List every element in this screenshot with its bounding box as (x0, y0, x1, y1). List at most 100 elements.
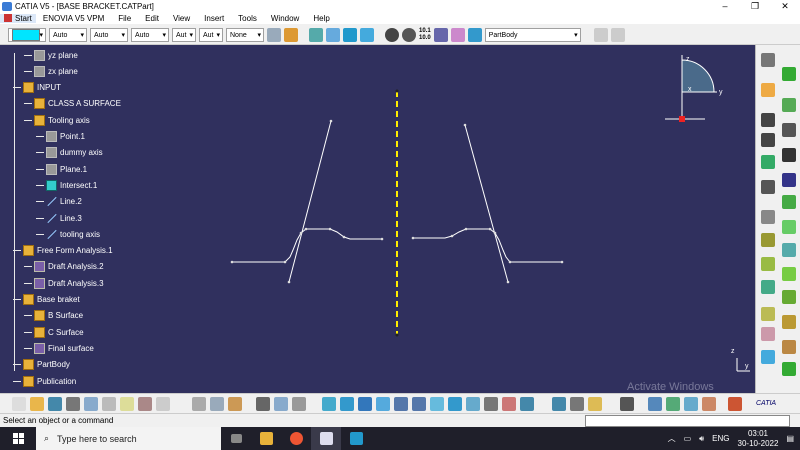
extract-icon[interactable] (782, 123, 796, 137)
compass-widget[interactable]: z x y (665, 53, 735, 123)
save-icon[interactable] (48, 396, 62, 411)
left-draft-line[interactable] (288, 120, 332, 283)
tree-node[interactable]: Line.2 (36, 195, 82, 209)
undo-icon[interactable] (138, 396, 152, 411)
fill-icon[interactable] (360, 28, 374, 42)
taskbar-chrome[interactable] (281, 427, 311, 450)
pattern-icon[interactable] (782, 362, 796, 376)
plane-tool-icon[interactable] (782, 148, 796, 162)
swap-space-icon[interactable] (520, 396, 534, 411)
point-tool-icon[interactable] (761, 133, 775, 147)
tree-node[interactable]: zx plane (24, 64, 78, 78)
normal-view-icon[interactable] (430, 396, 444, 411)
taskbar-photos[interactable] (341, 427, 371, 450)
line-tool-icon[interactable] (761, 113, 775, 127)
fit-all-icon[interactable] (340, 396, 354, 411)
curvature-icon[interactable] (666, 396, 680, 411)
render-style-select[interactable]: Aut (199, 28, 223, 42)
tree-node[interactable]: C Surface (24, 325, 84, 339)
part-body-select[interactable]: PartBody (484, 28, 581, 42)
tree-node[interactable]: CLASS A SURFACE (24, 97, 121, 111)
compass-quadrant[interactable] (681, 59, 715, 93)
analysis-tool-icon[interactable] (648, 396, 662, 411)
curve-tool-icon[interactable] (761, 155, 775, 169)
taskbar-file-explorer[interactable] (251, 427, 281, 450)
options-icon[interactable] (593, 28, 608, 42)
analysis-icon[interactable] (467, 28, 482, 42)
split-icon[interactable] (761, 280, 775, 294)
windows-start-button[interactable] (0, 427, 36, 450)
blend-icon[interactable] (343, 28, 357, 42)
menu-edit[interactable]: Edit (138, 14, 166, 23)
tree-node[interactable]: Draft Analysis.2 (24, 260, 104, 274)
new-icon[interactable] (12, 396, 26, 411)
connect-icon[interactable] (684, 396, 698, 411)
menu-tools[interactable]: Tools (231, 14, 264, 23)
tree-node[interactable]: tooling axis (36, 227, 100, 241)
trim-icon[interactable] (782, 267, 796, 281)
right-profile-curve[interactable] (413, 228, 562, 263)
draft-icon[interactable] (702, 396, 716, 411)
compass-graphic[interactable]: z x y (665, 53, 735, 123)
copy-icon[interactable] (102, 396, 116, 411)
tree-node[interactable]: yz plane (24, 48, 78, 62)
linetype-select[interactable]: Auto (90, 28, 128, 42)
ruler-icon[interactable] (433, 28, 448, 42)
fill-tool-icon[interactable] (782, 243, 796, 257)
minimize-button[interactable]: – (710, 0, 740, 12)
measure-icon[interactable]: 10.1 10.0 (419, 28, 431, 42)
tree-node[interactable]: PartBody (13, 358, 70, 372)
cut-icon[interactable] (84, 396, 98, 411)
menu-help[interactable]: Help (306, 14, 336, 23)
tree-node[interactable]: Base braket (13, 293, 80, 307)
tree-node[interactable]: Draft Analysis.3 (24, 276, 104, 290)
thickness-select[interactable]: Auto (131, 28, 169, 42)
update-icon[interactable] (782, 67, 796, 81)
print-icon[interactable] (66, 396, 80, 411)
capture-icon[interactable] (620, 396, 634, 411)
tree-node[interactable]: Plane.1 (36, 162, 87, 176)
open-icon[interactable] (30, 396, 44, 411)
spiral-icon[interactable] (385, 28, 399, 42)
menu-window[interactable]: Window (264, 14, 306, 23)
apply-material-icon[interactable] (728, 396, 742, 411)
join-icon[interactable] (782, 195, 796, 209)
menu-start[interactable]: Start (0, 13, 36, 23)
transparency-select[interactable]: Auto (49, 28, 87, 42)
language-indicator[interactable]: ENG (712, 434, 729, 443)
task-view-button[interactable] (221, 427, 251, 450)
tree-node[interactable]: Publication (13, 374, 76, 388)
zoom-in-icon[interactable] (394, 396, 408, 411)
rotate-icon[interactable] (782, 315, 796, 329)
close-button[interactable]: ✕ (770, 0, 800, 12)
scale-icon[interactable] (782, 340, 796, 354)
knowledge-icon[interactable] (228, 396, 242, 411)
comment-icon[interactable] (210, 396, 224, 411)
menu-insert[interactable]: Insert (197, 14, 231, 23)
tree-node[interactable]: Final surface (24, 341, 94, 355)
tree-node[interactable]: B Surface (24, 309, 83, 323)
cube-icon[interactable] (326, 28, 340, 42)
fly-icon[interactable] (322, 396, 336, 411)
extrude-icon[interactable] (761, 210, 775, 224)
grid-icon[interactable] (610, 28, 625, 42)
light-icon[interactable] (588, 396, 602, 411)
redo-icon[interactable] (156, 396, 170, 411)
fillet-icon[interactable] (782, 290, 796, 304)
tree-node[interactable]: dummy axis (36, 146, 103, 160)
compass-handle[interactable] (679, 116, 685, 122)
command-input[interactable] (585, 415, 790, 427)
clock[interactable]: 03:01 30-10-2022 (738, 429, 779, 449)
taskbar-catia[interactable] (311, 427, 341, 450)
painter-icon[interactable] (267, 28, 281, 42)
symmetry-icon[interactable] (761, 327, 775, 341)
zoom-out-icon[interactable] (412, 396, 426, 411)
menu-enovia[interactable]: ENOVIA V5 VPM (36, 14, 111, 23)
translate-icon[interactable] (761, 307, 775, 321)
volume-icon[interactable]: 🔊︎ (699, 434, 704, 444)
surface-icon[interactable] (309, 28, 323, 42)
network-icon[interactable]: ▭ (684, 434, 692, 443)
constraint-icon[interactable] (570, 396, 584, 411)
circle-tool-icon[interactable] (761, 180, 775, 194)
tree-node[interactable]: INPUT (13, 81, 61, 95)
